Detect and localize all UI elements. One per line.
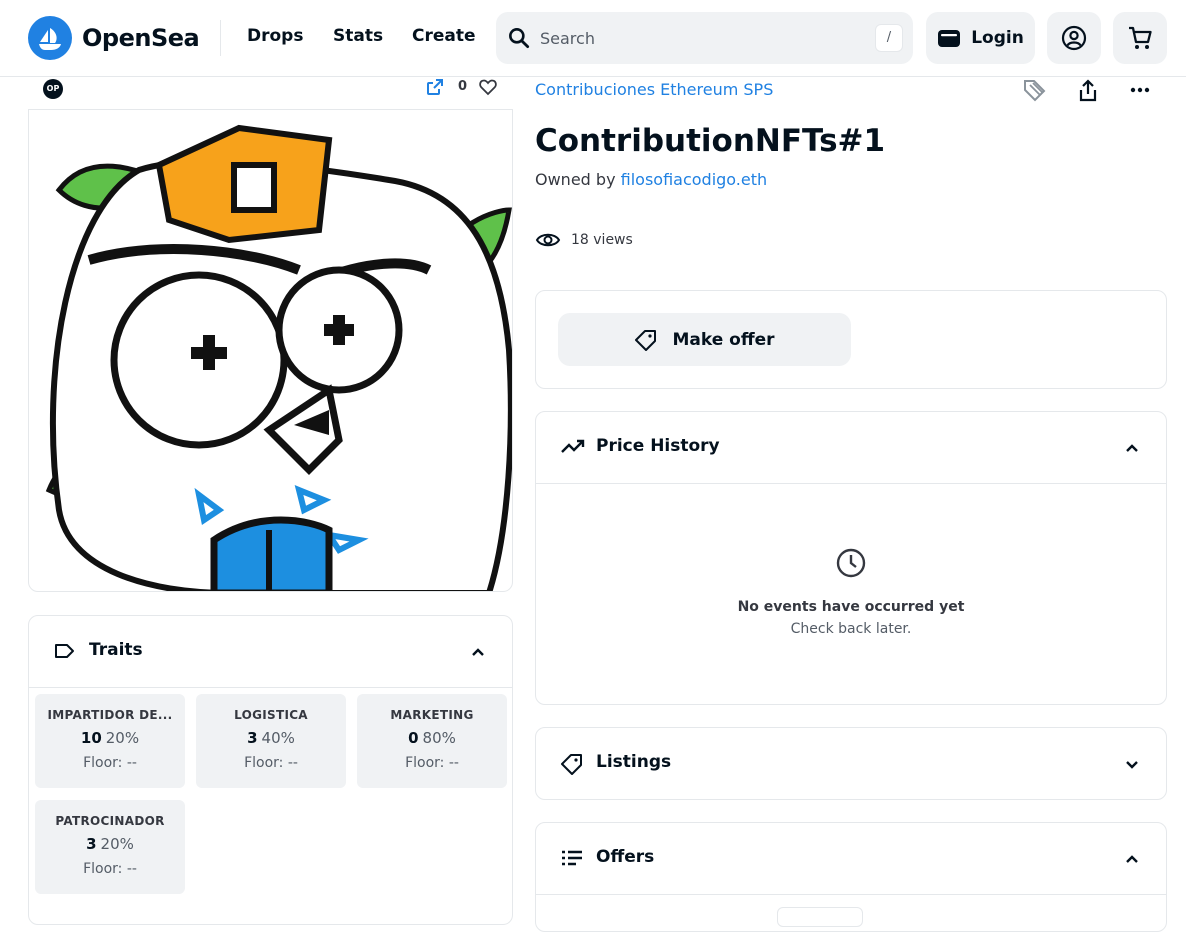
cart-icon xyxy=(1129,26,1152,49)
external-link-icon[interactable] xyxy=(425,77,445,97)
empty-subtitle: Check back later. xyxy=(790,621,912,637)
trait-floor: Floor: -- xyxy=(405,755,459,771)
share-icon[interactable] xyxy=(1076,78,1100,104)
tag-icon xyxy=(561,754,582,775)
trait-type: LOGISTICA xyxy=(234,708,308,722)
login-label: Login xyxy=(971,28,1024,48)
trait-value: 0 xyxy=(408,729,419,747)
login-button[interactable]: Login xyxy=(926,12,1035,64)
trait-floor: Floor: -- xyxy=(83,755,137,771)
make-offer-button[interactable]: Make offer xyxy=(558,313,851,366)
cart-button[interactable] xyxy=(1113,12,1167,64)
account-button[interactable] xyxy=(1047,12,1101,64)
chevron-down-icon[interactable] xyxy=(1122,754,1142,774)
listings-panel: Listings xyxy=(535,727,1167,800)
traits-title: Traits xyxy=(89,640,143,660)
make-offer-label: Make offer xyxy=(672,329,775,350)
chevron-up-icon[interactable] xyxy=(1122,438,1142,458)
chevron-up-icon[interactable] xyxy=(1122,849,1142,869)
trait-card[interactable]: MARKETING 0 80% Floor: -- xyxy=(357,694,507,788)
optimism-chain-icon: OP xyxy=(43,79,63,99)
owner-link[interactable]: filosofiacodigo.eth xyxy=(621,170,768,189)
owl-illustration xyxy=(45,124,512,591)
empty-title: No events have occurred yet xyxy=(737,599,965,615)
listings-header[interactable]: Listings xyxy=(536,728,1166,800)
offers-panel: Offers xyxy=(535,822,1167,932)
trait-value: 3 xyxy=(86,835,97,853)
trait-type: PATROCINADOR xyxy=(55,814,165,828)
trait-rarity: 40% xyxy=(261,729,295,747)
trait-value: 10 xyxy=(80,729,102,747)
list-icon xyxy=(562,850,582,866)
trait-card[interactable]: IMPARTIDOR DE... 10 20% Floor: -- xyxy=(35,694,185,788)
trait-value: 3 xyxy=(247,729,258,747)
clock-icon xyxy=(836,548,866,578)
wallet-icon xyxy=(938,30,961,47)
trait-rarity: 20% xyxy=(100,835,134,853)
collection-link[interactable]: Contribuciones Ethereum SPS xyxy=(535,80,773,99)
price-history-panel: Price History No events have occurred ye… xyxy=(535,411,1167,705)
traits-header[interactable]: Traits xyxy=(29,616,512,688)
favorites-count: 0 xyxy=(458,79,468,94)
trending-icon xyxy=(561,439,585,453)
header-divider xyxy=(220,20,221,56)
brand-name: OpenSea xyxy=(82,24,200,52)
offers-title: Offers xyxy=(596,847,655,867)
nav-create[interactable]: Create xyxy=(412,26,476,46)
views-count: 18 views xyxy=(535,230,633,250)
search-icon xyxy=(509,28,530,49)
chevron-up-icon[interactable] xyxy=(468,642,488,662)
trait-type: MARKETING xyxy=(390,708,474,722)
nav-stats[interactable]: Stats xyxy=(333,26,383,46)
user-circle-icon xyxy=(1061,25,1087,51)
tag-icon xyxy=(635,329,657,351)
trait-type: IMPARTIDOR DE... xyxy=(47,708,173,722)
search-bar[interactable]: / xyxy=(496,12,913,64)
opensea-logo-icon xyxy=(28,16,72,60)
search-shortcut-badge: / xyxy=(875,24,903,52)
tag-icon xyxy=(55,644,74,658)
views-label: 18 views xyxy=(571,232,633,248)
listings-title: Listings xyxy=(596,752,672,772)
nav-drops[interactable]: Drops xyxy=(247,26,303,46)
asset-image-toolbar: OP 0 xyxy=(28,77,513,109)
price-history-title: Price History xyxy=(596,436,720,456)
owner-line: Owned by filosofiacodigo.eth xyxy=(535,170,767,189)
trait-card[interactable]: PATROCINADOR 3 20% Floor: -- xyxy=(35,800,185,894)
traits-panel: Traits IMPARTIDOR DE... 10 20% Floor: -- … xyxy=(28,615,513,925)
trait-card[interactable]: LOGISTICA 3 40% Floor: -- xyxy=(196,694,346,788)
trait-floor: Floor: -- xyxy=(244,755,298,771)
trait-floor: Floor: -- xyxy=(83,861,137,877)
heart-icon[interactable] xyxy=(478,77,498,97)
trait-rarity: 80% xyxy=(422,729,456,747)
offers-filter-control[interactable] xyxy=(777,907,863,927)
search-input[interactable] xyxy=(540,25,860,51)
nft-image[interactable] xyxy=(28,109,513,592)
price-history-header[interactable]: Price History xyxy=(536,412,1166,484)
owned-by-label: Owned by xyxy=(535,170,616,189)
item-title: ContributionNFTs#1 xyxy=(535,123,886,159)
offers-header[interactable]: Offers xyxy=(536,823,1166,895)
top-navbar: OpenSea Drops Stats Create / Login xyxy=(0,0,1186,77)
opensea-logo[interactable]: OpenSea xyxy=(28,16,200,60)
offer-panel: Make offer xyxy=(535,290,1167,389)
eye-icon xyxy=(535,233,561,247)
price-history-empty-state: No events have occurred yet Check back l… xyxy=(536,547,1166,637)
more-options-icon[interactable] xyxy=(1128,78,1152,104)
trait-rarity: 20% xyxy=(105,729,140,747)
offer-tags-icon[interactable] xyxy=(1022,78,1048,104)
